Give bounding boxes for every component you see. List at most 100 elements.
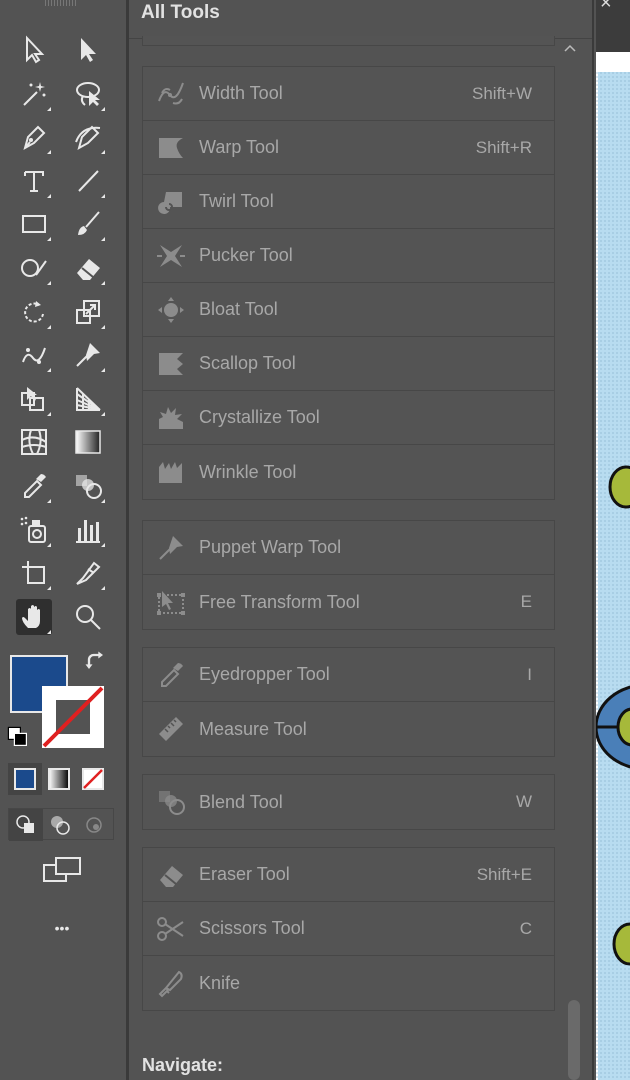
- navigate-section-heading: Navigate:: [142, 1055, 224, 1075]
- magic-wand-icon[interactable]: [16, 76, 52, 112]
- tool-row-label: Blend Tool: [199, 791, 283, 812]
- direct-selection-icon[interactable]: [70, 32, 106, 68]
- scallop-tool-icon: [153, 346, 189, 382]
- tool-row-shortcut: Shift+W: [472, 83, 532, 103]
- tool-row[interactable]: Measure Tool: [143, 702, 554, 756]
- screen-mode-icon[interactable]: [40, 852, 84, 888]
- tool-group: Puppet Warp Tool Free Transform Tool E: [142, 520, 555, 630]
- type-icon[interactable]: [16, 163, 52, 199]
- tool-row-label: Bloat Tool: [199, 299, 278, 319]
- pen-icon[interactable]: [16, 119, 52, 155]
- tool-row-label: Free Transform Tool: [199, 591, 360, 612]
- blend-icon: [153, 784, 189, 820]
- default-fill-stroke-icon[interactable]: [6, 725, 30, 749]
- tool-row[interactable]: Bloat Tool: [143, 283, 554, 337]
- twirl-tool-icon: [153, 184, 189, 220]
- tool-row-label: Puppet Warp Tool: [199, 537, 342, 557]
- tool-group: Eyedropper Tool I Measure Tool: [142, 647, 555, 757]
- none-mode-icon[interactable]: [76, 763, 110, 795]
- tool-row[interactable]: Width Tool Shift+W: [143, 67, 554, 121]
- tool-row-shortcut: Shift+R: [475, 137, 532, 157]
- rectangle-icon[interactable]: [16, 206, 52, 242]
- tool-row[interactable]: Warp Tool Shift+R: [143, 121, 554, 175]
- panel-scrollbar[interactable]: [568, 1000, 580, 1080]
- draw-normal-icon[interactable]: [9, 809, 43, 841]
- all-tools-panel: All Tools Width Tool Shift+W Warp Tool Shif…: [126, 0, 594, 1080]
- eyedropper-icon: [153, 657, 189, 693]
- tool-row-label: Scallop Tool: [199, 353, 296, 373]
- tool-row-shortcut: E: [520, 592, 532, 611]
- tool-row-label: Width Tool: [199, 83, 283, 103]
- curvature-icon[interactable]: [70, 119, 106, 155]
- toolbar-grip[interactable]: [45, 0, 77, 6]
- eraser-icon[interactable]: [70, 250, 106, 286]
- draw-inside-icon[interactable]: [77, 809, 111, 841]
- shape-builder-icon[interactable]: [16, 381, 52, 417]
- lasso-icon[interactable]: [70, 76, 106, 112]
- tool-row[interactable]: Twirl Tool: [143, 175, 554, 229]
- document-canvas[interactable]: [596, 52, 630, 1080]
- symbol-sprayer-icon[interactable]: [16, 512, 52, 548]
- gradient-icon[interactable]: [70, 424, 106, 460]
- tool-row[interactable]: Crystallize Tool: [143, 391, 554, 445]
- tool-row[interactable]: Eyedropper Tool I: [143, 648, 554, 702]
- tool-row[interactable]: Free Transform Tool E: [143, 575, 554, 629]
- tools-toolbar: •••: [0, 0, 126, 1080]
- draw-behind-icon[interactable]: [43, 809, 77, 841]
- stroke-swatch[interactable]: [42, 686, 104, 748]
- tool-row[interactable]: Blend Tool W: [143, 775, 554, 829]
- tool-row[interactable]: Scissors Tool C: [143, 902, 554, 956]
- paintbrush-icon[interactable]: [70, 206, 106, 242]
- scissors-icon: [153, 911, 189, 947]
- tool-row[interactable]: Pucker Tool: [143, 229, 554, 283]
- edit-toolbar-button[interactable]: •••: [44, 910, 80, 946]
- scroll-up-arrow-icon[interactable]: [562, 40, 578, 56]
- eraser-icon: [153, 857, 189, 893]
- zoom-icon[interactable]: [70, 599, 106, 635]
- perspective-grid-icon[interactable]: [70, 381, 106, 417]
- draw-mode-row: [8, 808, 114, 841]
- tool-row[interactable]: Knife: [143, 956, 554, 1010]
- gradient-mode-icon[interactable]: [42, 763, 76, 795]
- crystallize-tool-icon: [153, 400, 189, 436]
- scale-icon[interactable]: [70, 294, 106, 330]
- puppet-warp-icon: [153, 530, 189, 566]
- column-graph-icon[interactable]: [70, 512, 106, 548]
- tool-group: Eraser Tool Shift+E Scissors Tool C Knife: [142, 847, 555, 1011]
- rotate-icon[interactable]: [16, 294, 52, 330]
- tool-row-shortcut: Shift+E: [476, 864, 532, 884]
- free-transform-icon: [153, 584, 189, 620]
- puppet-warp-icon[interactable]: [70, 337, 106, 373]
- line-segment-icon[interactable]: [70, 163, 106, 199]
- width-tool-icon: [153, 76, 189, 112]
- tool-row[interactable]: Puppet Warp Tool: [143, 521, 554, 575]
- hand-icon[interactable]: [16, 598, 52, 635]
- slice-icon[interactable]: [70, 555, 106, 591]
- color-mode-icon[interactable]: [8, 763, 42, 795]
- panel-title: All Tools: [141, 2, 220, 23]
- tool-row[interactable]: Wrinkle Tool: [143, 445, 554, 499]
- width-icon[interactable]: [16, 337, 52, 373]
- tool-row[interactable]: Scallop Tool: [143, 337, 554, 391]
- wrinkle-tool-icon: [153, 454, 189, 490]
- pucker-tool-icon: [153, 238, 189, 274]
- swap-fill-stroke-icon[interactable]: [82, 648, 110, 676]
- shaper-icon[interactable]: [16, 250, 52, 286]
- mesh-icon[interactable]: [16, 424, 52, 460]
- tool-row-label: Scissors Tool: [199, 918, 305, 938]
- tool-row-label: Crystallize Tool: [199, 407, 320, 427]
- knife-icon: [153, 965, 189, 1001]
- tool-row-label: Eraser Tool: [199, 864, 290, 884]
- eyedropper-icon[interactable]: [16, 468, 52, 504]
- tool-row[interactable]: Eraser Tool Shift+E: [143, 848, 554, 902]
- blend-icon[interactable]: [70, 468, 106, 504]
- tool-row-label: Knife: [199, 972, 241, 993]
- tool-row-shortcut: I: [527, 664, 532, 684]
- artboard-icon[interactable]: [16, 555, 52, 591]
- selection-icon[interactable]: [16, 32, 52, 68]
- artboard: [596, 72, 630, 1080]
- tool-group: Width Tool Shift+W Warp Tool Shift+R Twirl T…: [142, 66, 555, 500]
- tool-row-shortcut: C: [519, 918, 532, 938]
- close-icon[interactable]: ×: [600, 0, 612, 15]
- tool-row-label: Pucker Tool: [199, 245, 293, 265]
